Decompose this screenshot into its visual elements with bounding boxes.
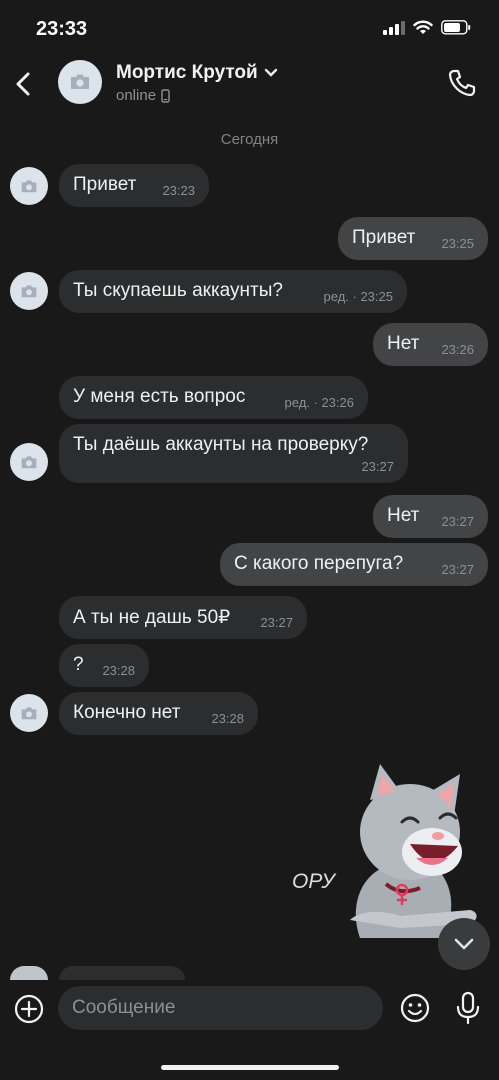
wifi-icon [413, 20, 433, 34]
message-outgoing[interactable]: Нет 23:27 [373, 495, 488, 538]
emoji-icon[interactable] [400, 993, 430, 1023]
sender-avatar[interactable] [10, 272, 48, 310]
message-time: 23:27 [260, 615, 293, 630]
message-text: У меня есть вопрос [73, 386, 246, 407]
message-time: 23:27 [361, 459, 394, 474]
microphone-icon[interactable] [455, 991, 481, 1025]
date-separator: Сегодня [220, 131, 279, 148]
chevron-down-icon [264, 68, 277, 77]
sender-avatar[interactable] [10, 443, 48, 481]
add-attachment-icon[interactable] [14, 994, 44, 1024]
message-time: 23:26 [441, 342, 474, 357]
camera-icon [21, 706, 37, 719]
message-incoming[interactable]: Ты скупаешь аккаунты? ред. · 23:25 [59, 270, 407, 313]
message-outgoing[interactable]: С какого перепуга? 23:27 [220, 543, 488, 586]
message-text: А ты не дашь 50₽ [73, 607, 231, 628]
message-text: Ты даёшь аккаунты на проверку? [73, 434, 369, 455]
contact-status: online [116, 87, 170, 104]
message-incoming[interactable]: Ты даёшь аккаунты на проверку? 23:27 [59, 424, 408, 483]
home-indicator [161, 1065, 339, 1070]
status-icons [383, 20, 471, 35]
sender-avatar-partial [10, 966, 48, 980]
chat-header: Мортис Крутой online [0, 56, 499, 120]
message-time: 23:28 [211, 711, 244, 726]
camera-icon [71, 74, 89, 89]
chevron-down-icon [454, 938, 474, 950]
message-incoming[interactable]: ? 23:28 [59, 644, 149, 687]
message-outgoing[interactable]: Привет 23:25 [338, 217, 488, 260]
message-text: Привет [352, 227, 416, 248]
message-text: С какого перепуга? [234, 553, 404, 574]
cellular-signal-icon [383, 20, 405, 35]
sender-avatar[interactable] [10, 167, 48, 205]
message-incoming[interactable]: Конечно нет 23:28 [59, 692, 258, 735]
contact-name-button[interactable]: Мортис Крутой [116, 62, 278, 84]
back-arrow-icon[interactable] [10, 66, 36, 102]
message-time: ред. · 23:26 [284, 395, 354, 410]
battery-icon [441, 20, 471, 35]
cat-sticker[interactable]: ОРУ [290, 760, 480, 938]
contact-name: Мортис Крутой [116, 62, 258, 83]
contact-avatar[interactable] [58, 60, 102, 104]
message-text: Нет [387, 333, 420, 354]
camera-icon [21, 179, 37, 192]
message-input[interactable] [58, 986, 383, 1030]
status-bar: 23:33 [0, 0, 499, 56]
message-time: 23:27 [441, 514, 474, 529]
message-text: Нет [387, 505, 420, 526]
message-text: Привет [73, 174, 137, 195]
message-time: 23:25 [441, 236, 474, 251]
scroll-to-bottom-button[interactable] [438, 918, 490, 970]
status-time: 23:33 [36, 18, 88, 40]
message-incoming-partial [59, 966, 185, 980]
message-time: ред. · 23:25 [323, 289, 393, 304]
camera-icon [21, 284, 37, 297]
message-incoming[interactable]: У меня есть вопрос ред. · 23:26 [59, 376, 368, 419]
online-status-text: online [116, 87, 157, 104]
message-time: 23:28 [102, 663, 135, 678]
message-time: 23:27 [441, 562, 474, 577]
message-time: 23:23 [162, 183, 195, 198]
camera-icon [21, 455, 37, 468]
message-incoming[interactable]: А ты не дашь 50₽ 23:27 [59, 596, 307, 639]
mobile-device-icon [161, 88, 170, 103]
message-text: Конечно нет [73, 702, 181, 723]
message-text: ? [73, 654, 84, 675]
message-text: Ты скупаешь аккаунты? [73, 280, 283, 301]
sticker-caption: ОРУ [292, 870, 337, 893]
message-outgoing[interactable]: Нет 23:26 [373, 323, 488, 366]
message-incoming[interactable]: Привет 23:23 [59, 164, 209, 207]
sender-avatar[interactable] [10, 694, 48, 732]
phone-call-icon[interactable] [447, 68, 477, 98]
